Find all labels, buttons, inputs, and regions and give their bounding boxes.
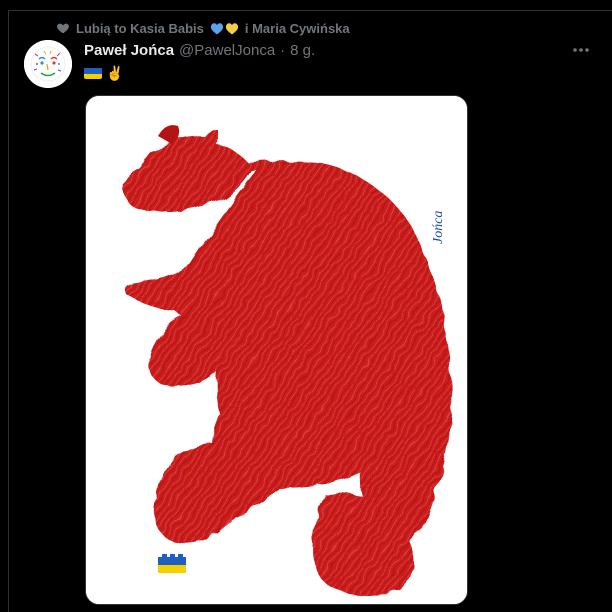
artist-signature: Jońca	[431, 211, 446, 244]
tweet-text: ✌	[84, 64, 123, 82]
avatar[interactable]	[24, 40, 72, 88]
tweet-image[interactable]: Jońca	[85, 95, 468, 605]
heart-emojis	[210, 22, 239, 35]
social-context: Lubią to Kasia Babis i Maria Cywińska	[56, 19, 350, 37]
author-display-name[interactable]: Paweł Jońca	[84, 42, 174, 59]
heart-icon	[56, 21, 70, 35]
svg-text:Jońca: Jońca	[431, 211, 446, 244]
ukraine-flag-icon	[84, 67, 102, 79]
red-bear-illustration: Jońca	[86, 96, 467, 604]
blue-heart-icon	[210, 22, 224, 35]
tweet-header: Paweł Jońca @PawelJonca · 8 g.	[84, 39, 315, 61]
social-context-text[interactable]: Lubią to Kasia Babis	[76, 21, 204, 36]
tweet-timestamp[interactable]: 8 g.	[290, 42, 315, 59]
lego-brick-icon	[158, 554, 186, 573]
more-options-button[interactable]	[570, 40, 592, 60]
more-icon	[573, 48, 589, 52]
separator: ·	[280, 41, 286, 59]
social-context-suffix[interactable]: i Maria Cywińska	[245, 21, 350, 36]
victory-hand-emoji: ✌	[106, 65, 124, 81]
yellow-heart-icon	[225, 22, 239, 35]
author-handle[interactable]: @PawelJonca	[179, 42, 275, 59]
